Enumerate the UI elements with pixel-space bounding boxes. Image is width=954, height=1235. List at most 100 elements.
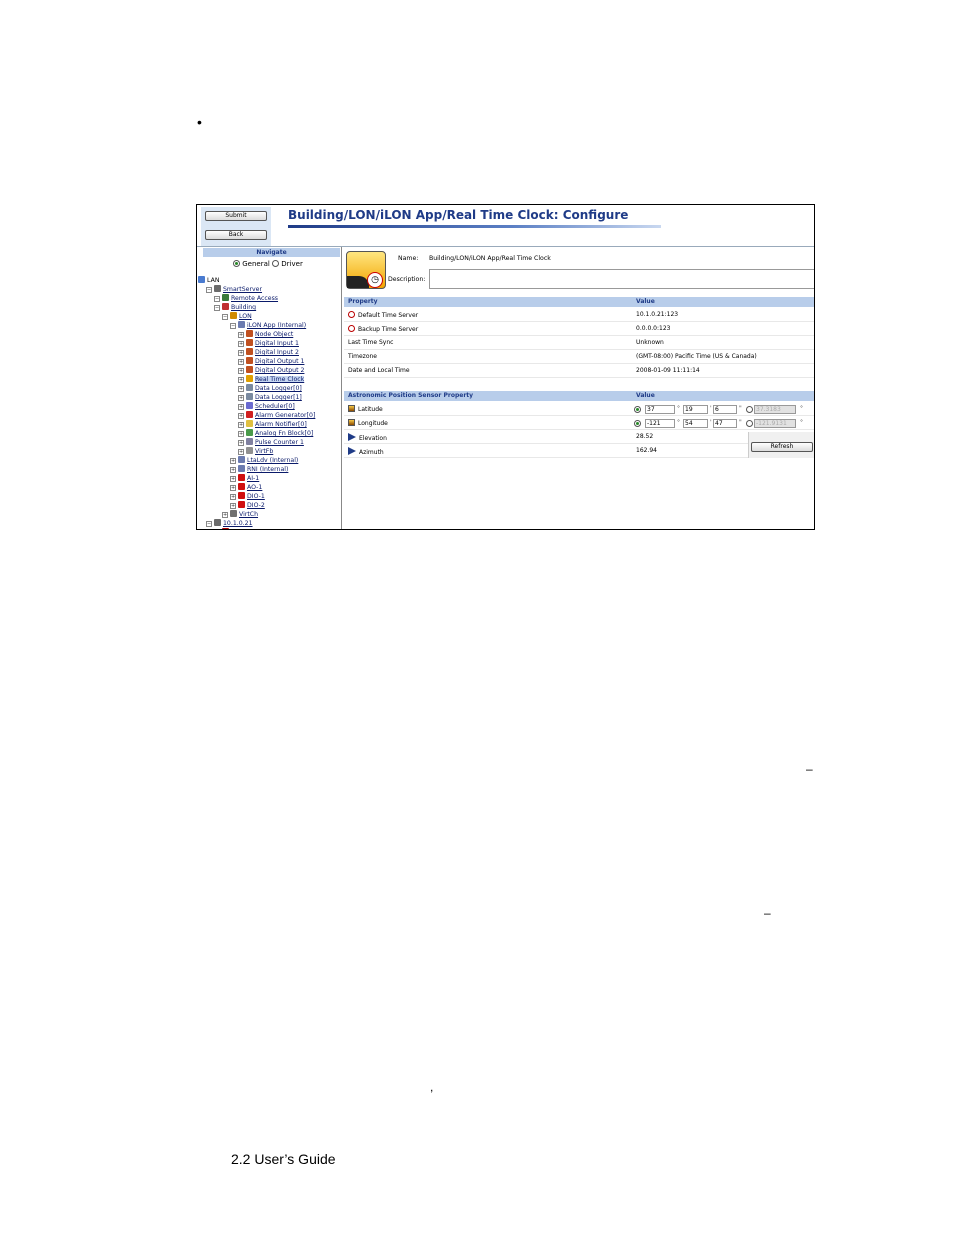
tree-item[interactable]: − LON <box>222 312 252 320</box>
description-input[interactable] <box>429 269 814 289</box>
longitude-dms-radio[interactable] <box>634 420 641 427</box>
tree-expand-icon[interactable]: + <box>230 485 236 491</box>
tree-item[interactable]: + Digital Output 1 <box>238 357 304 365</box>
tree-item-label[interactable]: Node Object <box>255 331 293 338</box>
tree-expand-icon[interactable]: + <box>238 413 244 419</box>
tree-expand-icon[interactable]: + <box>230 458 236 464</box>
tree-item-label[interactable]: Alarm Notifier[0] <box>255 421 307 428</box>
back-button[interactable]: Back <box>205 230 267 240</box>
tree-expand-icon[interactable]: + <box>238 350 244 356</box>
latitude-degrees-input[interactable]: 37 <box>645 405 675 414</box>
tree-item[interactable]: + Data Logger[0] <box>238 384 302 392</box>
tree-expand-icon[interactable]: + <box>238 431 244 437</box>
tree-expand-icon[interactable]: − <box>214 305 220 311</box>
tree-expand-icon[interactable]: + <box>238 440 244 446</box>
tree-expand-icon[interactable]: + <box>238 404 244 410</box>
tree-item[interactable]: + Digital Output 2 <box>238 366 304 374</box>
latitude-dms-radio[interactable] <box>634 406 641 413</box>
tree-item-label[interactable]: DIO-1 <box>247 493 265 500</box>
tree-item[interactable]: + Real Time Clock <box>238 375 305 383</box>
tree-item-label[interactable]: Digital Input 1 <box>255 340 299 347</box>
tree-item[interactable]: + Node Object <box>238 330 293 338</box>
tree-item-label[interactable]: AI-1 <box>247 475 259 482</box>
tree-item[interactable]: + AI-1 <box>230 474 259 482</box>
tree-item-label[interactable]: Building <box>231 304 256 311</box>
longitude-minutes-input[interactable]: 54 <box>683 419 708 428</box>
tree-expand-icon[interactable]: − <box>206 521 212 527</box>
tree-item[interactable]: + Digital Input 1 <box>238 339 299 347</box>
tree-item-label[interactable]: DIO-2 <box>247 502 265 509</box>
tree-expand-icon[interactable]: − <box>222 314 228 320</box>
tree-item-label[interactable]: Real Time Clock <box>255 376 305 383</box>
longitude-decimal-input[interactable]: -121.9131 <box>754 419 796 428</box>
tree-item-label[interactable]: 10.1.0.21 <box>223 520 253 527</box>
tree-item[interactable]: LAN <box>198 276 219 284</box>
tree-item-label[interactable]: Analog Fn Block[0] <box>255 430 313 437</box>
tree-item-label[interactable]: Data Logger[1] <box>255 394 302 401</box>
tree-item[interactable]: + Digital Input 2 <box>238 348 299 356</box>
tree-expand-icon[interactable]: + <box>230 503 236 509</box>
tree-item-label[interactable]: VirtCh <box>239 511 258 518</box>
tree-item[interactable]: − SmartServer <box>206 285 262 293</box>
tree-expand-icon[interactable]: + <box>230 476 236 482</box>
tree-item[interactable]: + LtaLdv (Internal) <box>230 456 298 464</box>
tree-expand-icon[interactable]: + <box>238 422 244 428</box>
general-radio[interactable] <box>233 260 240 267</box>
tree-item-label[interactable]: AO-1 <box>247 484 262 491</box>
tree-item[interactable]: − Building <box>214 303 256 311</box>
tree-item-label[interactable]: Scheduler[0] <box>255 403 295 410</box>
tree-item[interactable]: + DIO-2 <box>230 501 265 509</box>
tree-item-label[interactable]: Time (Default) <box>231 529 276 530</box>
tree-item[interactable]: + Data Logger[1] <box>238 393 302 401</box>
tree-expand-icon[interactable]: − <box>230 323 236 329</box>
tree-item-label[interactable]: Alarm Generator[0] <box>255 412 315 419</box>
tree-item-label[interactable]: LtaLdv (Internal) <box>247 457 298 464</box>
tree-item-label[interactable]: Digital Output 1 <box>255 358 304 365</box>
tree-item[interactable]: + Alarm Generator[0] <box>238 411 315 419</box>
tree-item-label[interactable]: Data Logger[0] <box>255 385 302 392</box>
tree-item[interactable]: − 10.1.0.21 <box>206 519 253 527</box>
driver-radio[interactable] <box>272 260 280 267</box>
tree-expand-icon[interactable]: + <box>238 386 244 392</box>
tree-expand-icon[interactable]: + <box>222 512 228 518</box>
tree-item[interactable]: + Pulse Counter 1 <box>238 438 304 446</box>
tree-item-label[interactable]: RNI (Internal) <box>247 466 288 473</box>
latitude-decimal-radio[interactable] <box>746 406 753 413</box>
latitude-decimal-input[interactable]: 37.3183 <box>754 405 796 414</box>
refresh-button[interactable]: Refresh <box>751 442 813 452</box>
tree-expand-icon[interactable]: + <box>238 449 244 455</box>
tree-expand-icon[interactable]: + <box>238 395 244 401</box>
tree-item[interactable]: − Remote Access <box>214 294 278 302</box>
submit-button[interactable]: Submit <box>205 211 267 221</box>
longitude-decimal-radio[interactable] <box>746 420 753 427</box>
tree-item-label[interactable]: Digital Input 2 <box>255 349 299 356</box>
tree-item-label[interactable]: Pulse Counter 1 <box>255 439 304 446</box>
tree-expand-icon[interactable]: − <box>214 296 220 302</box>
tree-item[interactable]: + DIO-1 <box>230 492 265 500</box>
tree-expand-icon[interactable]: − <box>206 287 212 293</box>
tree-item[interactable]: + RNI (Internal) <box>230 465 288 473</box>
tree-item-label[interactable]: iLON App (Internal) <box>247 322 306 329</box>
tree-expand-icon[interactable]: + <box>238 368 244 374</box>
tree-item[interactable]: − iLON App (Internal) <box>230 321 306 329</box>
tree-expand-icon[interactable]: + <box>230 467 236 473</box>
tree-item[interactable]: + Scheduler[0] <box>238 402 295 410</box>
tree-item[interactable]: + AO-1 <box>230 483 262 491</box>
tree-item-label[interactable]: Digital Output 2 <box>255 367 304 374</box>
longitude-degrees-input[interactable]: -121 <box>645 419 675 428</box>
tree-item[interactable]: + Analog Fn Block[0] <box>238 429 313 437</box>
tree-item[interactable]: + VirtCh <box>222 510 258 518</box>
tree-expand-icon[interactable]: + <box>238 359 244 365</box>
latitude-seconds-input[interactable]: 6 <box>713 405 737 414</box>
tree-expand-icon[interactable]: + <box>238 332 244 338</box>
tree-item[interactable]: +Time (Default) <box>214 528 276 530</box>
tree-item-label[interactable]: LON <box>239 313 252 320</box>
tree-item-label[interactable]: VirtFb <box>255 448 273 455</box>
tree-expand-icon[interactable]: + <box>238 377 244 383</box>
tree-item-label[interactable]: SmartServer <box>223 286 262 293</box>
tree-item[interactable]: + VirtFb <box>238 447 273 455</box>
tree-expand-icon[interactable]: + <box>230 494 236 500</box>
tree-item-label[interactable]: Remote Access <box>231 295 278 302</box>
longitude-seconds-input[interactable]: 47 <box>713 419 737 428</box>
latitude-minutes-input[interactable]: 19 <box>683 405 708 414</box>
